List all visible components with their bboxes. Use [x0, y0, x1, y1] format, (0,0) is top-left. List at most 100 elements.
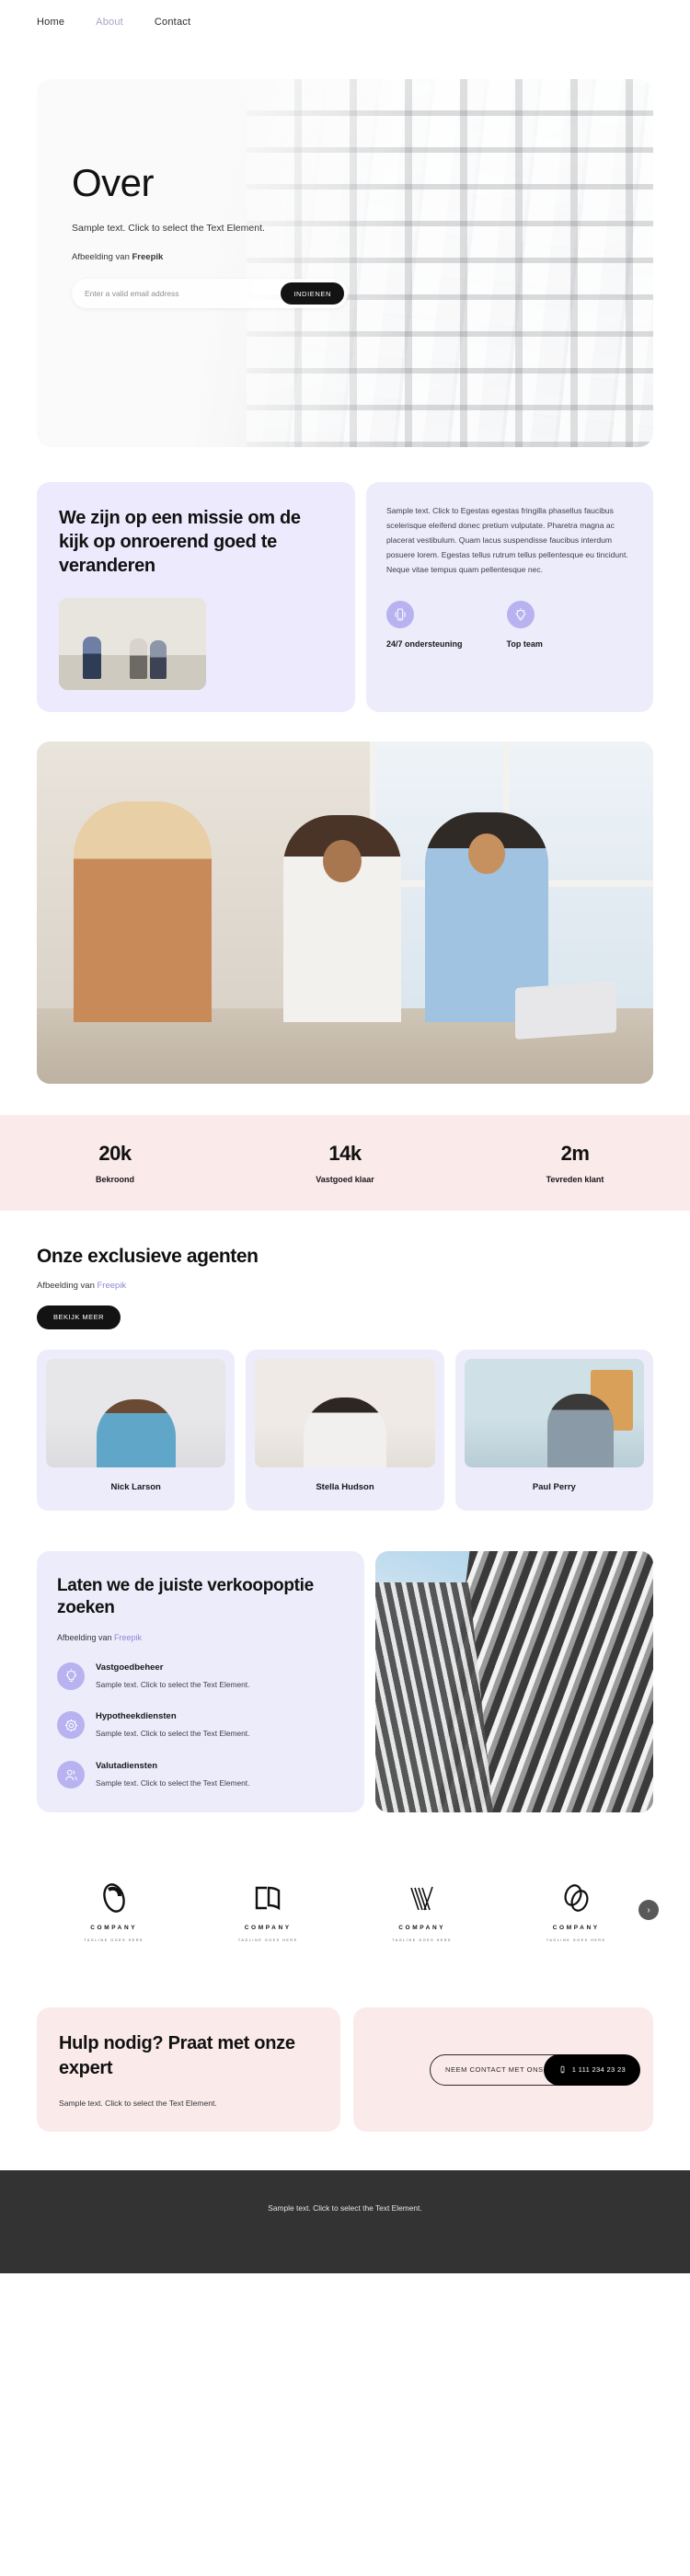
service-item: Valutadiensten Sample text. Click to sel…: [57, 1761, 344, 1790]
agent-photo: [464, 1359, 644, 1467]
agent-card[interactable]: Nick Larson: [37, 1350, 236, 1511]
credit-source: Freepik: [132, 252, 164, 262]
stat-label: Bekroond: [95, 1175, 134, 1184]
agent-card[interactable]: Paul Perry: [454, 1350, 653, 1511]
feature-team-label: Top team: [506, 639, 543, 650]
page-title: Over: [72, 161, 155, 204]
hero-image-credit: Afbeelding van Freepik: [72, 252, 340, 262]
gear-icon: [57, 1711, 85, 1740]
nav-item-contact[interactable]: Contact: [155, 17, 190, 28]
partner-logos-carousel: COMPANY TAGLINE GOES HERE COMPANY TAGLIN…: [37, 1855, 659, 1965]
meeting-photo: [37, 742, 653, 1084]
main-nav: Home About Contact: [0, 0, 690, 44]
overlap-logo: [564, 1883, 589, 1912]
email-input[interactable]: [85, 289, 282, 298]
agents-section: Onze exclusieve agenten Afbeelding van F…: [37, 1246, 653, 1511]
credit-source-link[interactable]: Freepik: [98, 1281, 127, 1291]
agent-name: Paul Perry: [532, 1482, 576, 1492]
agent-photo: [46, 1359, 226, 1467]
cta-subtitle: Sample text. Click to select the Text El…: [59, 2098, 217, 2108]
stat-item: 14k Vastgoed klaar: [230, 1142, 460, 1184]
service-title: Vastgoedbeheer: [96, 1662, 164, 1673]
ring-logo: [102, 1882, 125, 1913]
service-title: Hypotheekdiensten: [96, 1711, 177, 1722]
sell-options-section: Laten we de juiste verkoopoptie zoeken A…: [37, 1551, 653, 1813]
nav-item-about[interactable]: About: [96, 17, 123, 28]
sell-image-credit: Afbeelding van Freepik: [57, 1633, 344, 1642]
agents-title: Onze exclusieve agenten: [37, 1246, 259, 1267]
stat-item: 2m Tevreden klant: [460, 1142, 690, 1184]
footer-text: Sample text. Click to select the Text El…: [268, 2202, 422, 2213]
credit-prefix: Afbeelding van: [37, 1281, 98, 1291]
mission-section: We zijn op een missie om de kijk op onro…: [37, 482, 653, 712]
lightbulb-icon: [57, 1662, 85, 1690]
partner-logo-name: COMPANY: [244, 1924, 292, 1931]
mission-photo: [59, 598, 206, 690]
agents-grid: Nick Larson Stella Hudson Paul Perry: [37, 1350, 653, 1511]
phone-number: 1 111 234 23 23: [571, 2065, 626, 2075]
partner-logo-tagline: TAGLINE GOES HERE: [546, 1938, 606, 1942]
carousel-next-button[interactable]: ›: [638, 1900, 659, 1921]
service-text: Sample text. Click to select the Text El…: [96, 1778, 250, 1788]
cta-section: Hulp nodig? Praat met onze expert Sample…: [37, 2007, 653, 2132]
agent-name: Stella Hudson: [316, 1482, 374, 1492]
feature-support-label: 24/7 ondersteuning: [386, 639, 463, 650]
credit-source-link[interactable]: Freepik: [114, 1633, 142, 1642]
stat-value: 2m: [560, 1142, 590, 1165]
stat-value: 20k: [98, 1142, 132, 1165]
skyscraper-photo: [375, 1551, 653, 1813]
feature-support: 24/7 ondersteuning: [386, 601, 463, 649]
chevron-logo: [409, 1886, 433, 1911]
agent-photo: [255, 1359, 435, 1467]
cta-title: Hulp nodig? Praat met onze expert: [59, 2033, 295, 2078]
partner-logo-tagline: TAGLINE GOES HERE: [392, 1938, 453, 1942]
mission-features: 24/7 ondersteuning Top team: [386, 601, 633, 649]
credit-prefix: Afbeelding van: [72, 252, 132, 262]
service-text: Sample text. Click to select the Text El…: [96, 1729, 250, 1739]
book-logo: [256, 1886, 281, 1910]
submit-button[interactable]: INDIENEN: [281, 282, 344, 305]
agent-card[interactable]: Stella Hudson: [246, 1350, 444, 1511]
feature-team: Top team: [506, 601, 543, 650]
mission-right-card: Sample text. Click to Egestas egestas fr…: [366, 482, 653, 712]
service-text: Sample text. Click to select the Text El…: [96, 1679, 250, 1689]
partner-logo-tagline: TAGLINE GOES HERE: [84, 1938, 144, 1942]
hero-subtitle: Sample text. Click to select the Text El…: [72, 223, 265, 234]
partner-logo[interactable]: COMPANY TAGLINE GOES HERE: [500, 1879, 654, 1942]
agents-image-credit: Afbeelding van Freepik: [37, 1281, 653, 1291]
stat-label: Tevreden klant: [546, 1175, 604, 1184]
sell-title: Laten we de juiste verkoopoptie zoeken: [57, 1576, 314, 1618]
partner-logo-name: COMPANY: [552, 1924, 600, 1931]
partner-logo[interactable]: COMPANY TAGLINE GOES HERE: [191, 1879, 346, 1942]
phone-icon: [386, 601, 414, 629]
subscribe-form: INDIENEN: [72, 279, 348, 308]
sell-options-card: Laten we de juiste verkoopoptie zoeken A…: [37, 1551, 364, 1813]
partner-logo-tagline: TAGLINE GOES HERE: [237, 1938, 298, 1942]
stat-value: 14k: [328, 1142, 362, 1165]
cta-text-card: Hulp nodig? Praat met onze expert Sample…: [37, 2007, 340, 2132]
mission-title: We zijn op een missie om de kijk op onro…: [59, 508, 301, 576]
service-item: Hypotheekdiensten Sample text. Click to …: [57, 1711, 344, 1741]
nav-item-home[interactable]: Home: [37, 17, 64, 28]
stats-band: 20k Bekroond 14k Vastgoed klaar 2m Tevre…: [0, 1115, 690, 1211]
partner-logo-name: COMPANY: [398, 1924, 446, 1931]
view-more-button[interactable]: BEKIJK MEER: [37, 1305, 121, 1329]
agent-name: Nick Larson: [110, 1482, 161, 1492]
phone-button[interactable]: 1 111 234 23 23: [543, 2053, 640, 2086]
phone-icon: [560, 2065, 565, 2074]
credit-prefix: Afbeelding van: [57, 1632, 115, 1642]
stat-item: 20k Bekroond: [0, 1142, 230, 1184]
people-icon: [57, 1761, 85, 1789]
partner-logo[interactable]: COMPANY TAGLINE GOES HERE: [345, 1879, 500, 1942]
mission-body-text: Sample text. Click to Egestas egestas fr…: [386, 506, 628, 574]
service-title: Valutadiensten: [96, 1761, 158, 1772]
stat-label: Vastgoed klaar: [316, 1175, 374, 1184]
hero-section: Over Sample text. Click to select the Te…: [37, 79, 653, 447]
cta-actions-card: NEEM CONTACT MET ONS OP 1 111 234 23 23: [353, 2007, 653, 2132]
service-item: Vastgoedbeheer Sample text. Click to sel…: [57, 1662, 344, 1692]
partner-logo-name: COMPANY: [90, 1924, 138, 1931]
lightbulb-icon: [506, 601, 535, 629]
site-footer: Sample text. Click to select the Text El…: [0, 2169, 690, 2273]
partner-logo[interactable]: COMPANY TAGLINE GOES HERE: [37, 1879, 191, 1942]
mission-left-card: We zijn op een missie om de kijk op onro…: [37, 482, 355, 712]
